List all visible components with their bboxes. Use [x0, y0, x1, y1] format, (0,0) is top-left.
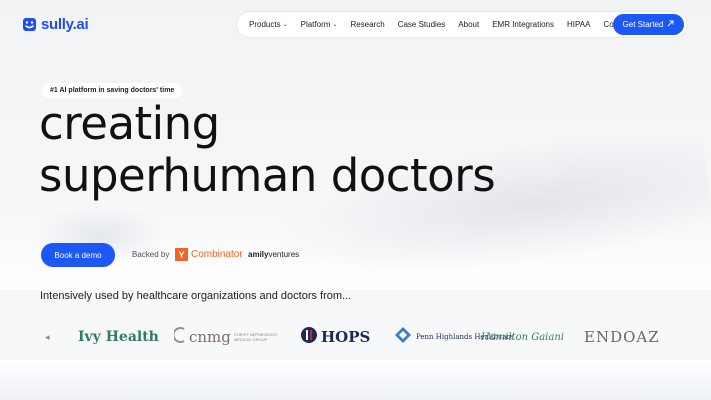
- nav-item-products[interactable]: Products ⌄: [249, 20, 288, 29]
- amily-bold: amily: [248, 250, 269, 259]
- nav-item-case-studies[interactable]: Case Studies: [398, 20, 446, 29]
- hops-logo: HOPS: [300, 320, 370, 354]
- chevron-down-icon: ⌄: [282, 22, 288, 28]
- arrow-up-right-icon: [667, 20, 674, 29]
- hops-text: HOPS: [321, 328, 371, 346]
- ivy-health-logo: Ivy Health: [78, 329, 159, 345]
- amily-rest: ventures: [268, 250, 300, 259]
- get-started-button[interactable]: Get Started: [613, 14, 684, 35]
- client-logos-row: ◂ Ivy Health cnmg CHRIST NEPHROLOGY MEDI…: [0, 320, 711, 354]
- cnmg-mark-icon: [172, 326, 186, 348]
- nav-item-platform[interactable]: Platform ⌄: [301, 20, 338, 29]
- brand-logo[interactable]: sully.ai: [22, 16, 89, 33]
- endoaz-logo: ENDOAZ: [584, 328, 660, 346]
- clients-intro: Intensively used by healthcare organizat…: [40, 290, 352, 302]
- nav-item-hipaa[interactable]: HIPAA: [567, 20, 590, 29]
- yc-icon: Y: [175, 248, 188, 261]
- hamilton-gaiani-logo: Hamilton Gaiani: [481, 331, 564, 343]
- get-started-label: Get Started: [622, 20, 664, 29]
- nav-label: Products: [249, 20, 281, 29]
- bottom-band: [0, 360, 711, 400]
- nav-item-about[interactable]: About: [458, 20, 479, 29]
- penn-diamond-icon: [394, 326, 412, 349]
- cnmg-subtitle: CHRIST NEPHROLOGY MEDICAL GROUP: [233, 332, 278, 342]
- book-demo-button[interactable]: Book a demo: [41, 243, 115, 267]
- chevron-down-icon: ⌄: [332, 22, 338, 28]
- amily-ventures-logo: amilyventures: [248, 250, 299, 259]
- partial-logo-icon: ◂: [45, 331, 50, 342]
- main-nav: Products ⌄ Platform ⌄ Research Case Stud…: [236, 11, 688, 38]
- nav-label: Platform: [300, 20, 331, 29]
- backed-by-label: Backed by: [132, 250, 170, 259]
- nav-item-emr-integrations[interactable]: EMR Integrations: [492, 20, 554, 29]
- hero-headline: creating superhuman doctors: [39, 97, 496, 202]
- sully-logo-icon: [22, 17, 37, 32]
- hero-badge: #1 AI platform in saving doctors' time: [42, 83, 183, 98]
- yc-name: Combinator: [191, 249, 243, 260]
- nav-item-research[interactable]: Research: [350, 20, 384, 29]
- headline-line-2: superhuman doctors: [39, 149, 496, 202]
- cnmg-text: cnmg: [189, 328, 231, 346]
- hops-emblem-icon: [300, 326, 318, 349]
- brand-name: sully.ai: [41, 16, 89, 33]
- cnmg-logo: cnmg CHRIST NEPHROLOGY MEDICAL GROUP: [172, 320, 280, 354]
- headline-line-1: creating: [39, 97, 220, 150]
- y-combinator-logo: Y Combinator: [175, 248, 243, 261]
